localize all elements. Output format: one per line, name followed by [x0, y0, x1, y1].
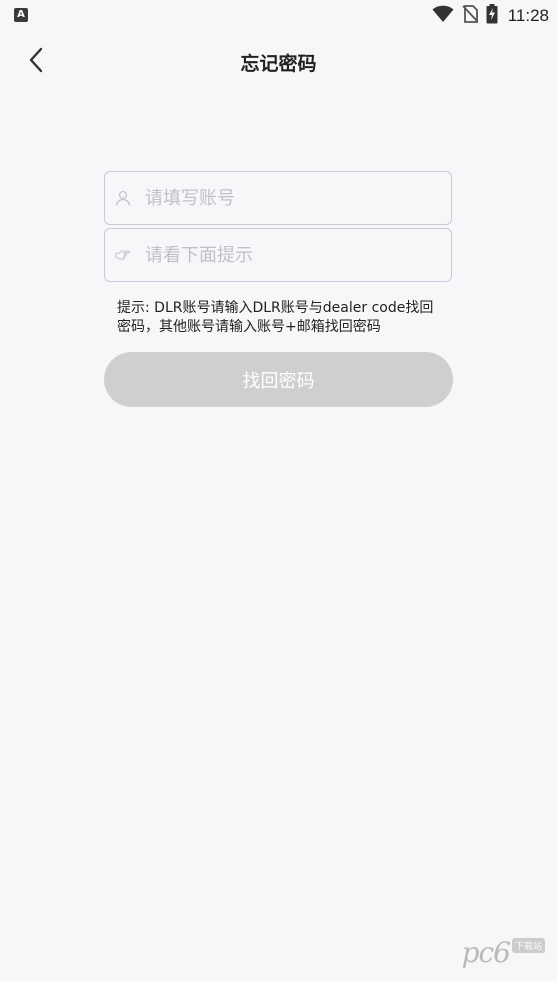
hint-field[interactable]: [104, 228, 452, 282]
battery-charging-icon: [486, 4, 498, 28]
hint-input[interactable]: [145, 244, 435, 266]
header: 忘记密码: [0, 36, 557, 88]
user-icon: [115, 190, 131, 206]
watermark: pc6 下载站: [462, 936, 545, 969]
status-icons: 11:28: [432, 4, 549, 28]
watermark-tag: 下载站: [511, 938, 545, 953]
app-notification-icon: A: [14, 8, 28, 22]
hint-text: 提示: DLR账号请输入DLR账号与dealer code找回密码，其他账号请输…: [117, 300, 434, 335]
no-sim-icon: [462, 5, 479, 27]
pointing-hand-icon: [115, 247, 131, 263]
status-time: 11:28: [507, 6, 549, 25]
status-bar: A 11:28: [0, 0, 557, 32]
account-field[interactable]: [104, 171, 452, 225]
wifi-icon: [432, 5, 454, 27]
watermark-logo: pc6: [461, 936, 511, 969]
retrieve-password-button[interactable]: 找回密码: [104, 352, 453, 407]
account-input[interactable]: [145, 187, 435, 209]
page-title: 忘记密码: [240, 53, 317, 75]
